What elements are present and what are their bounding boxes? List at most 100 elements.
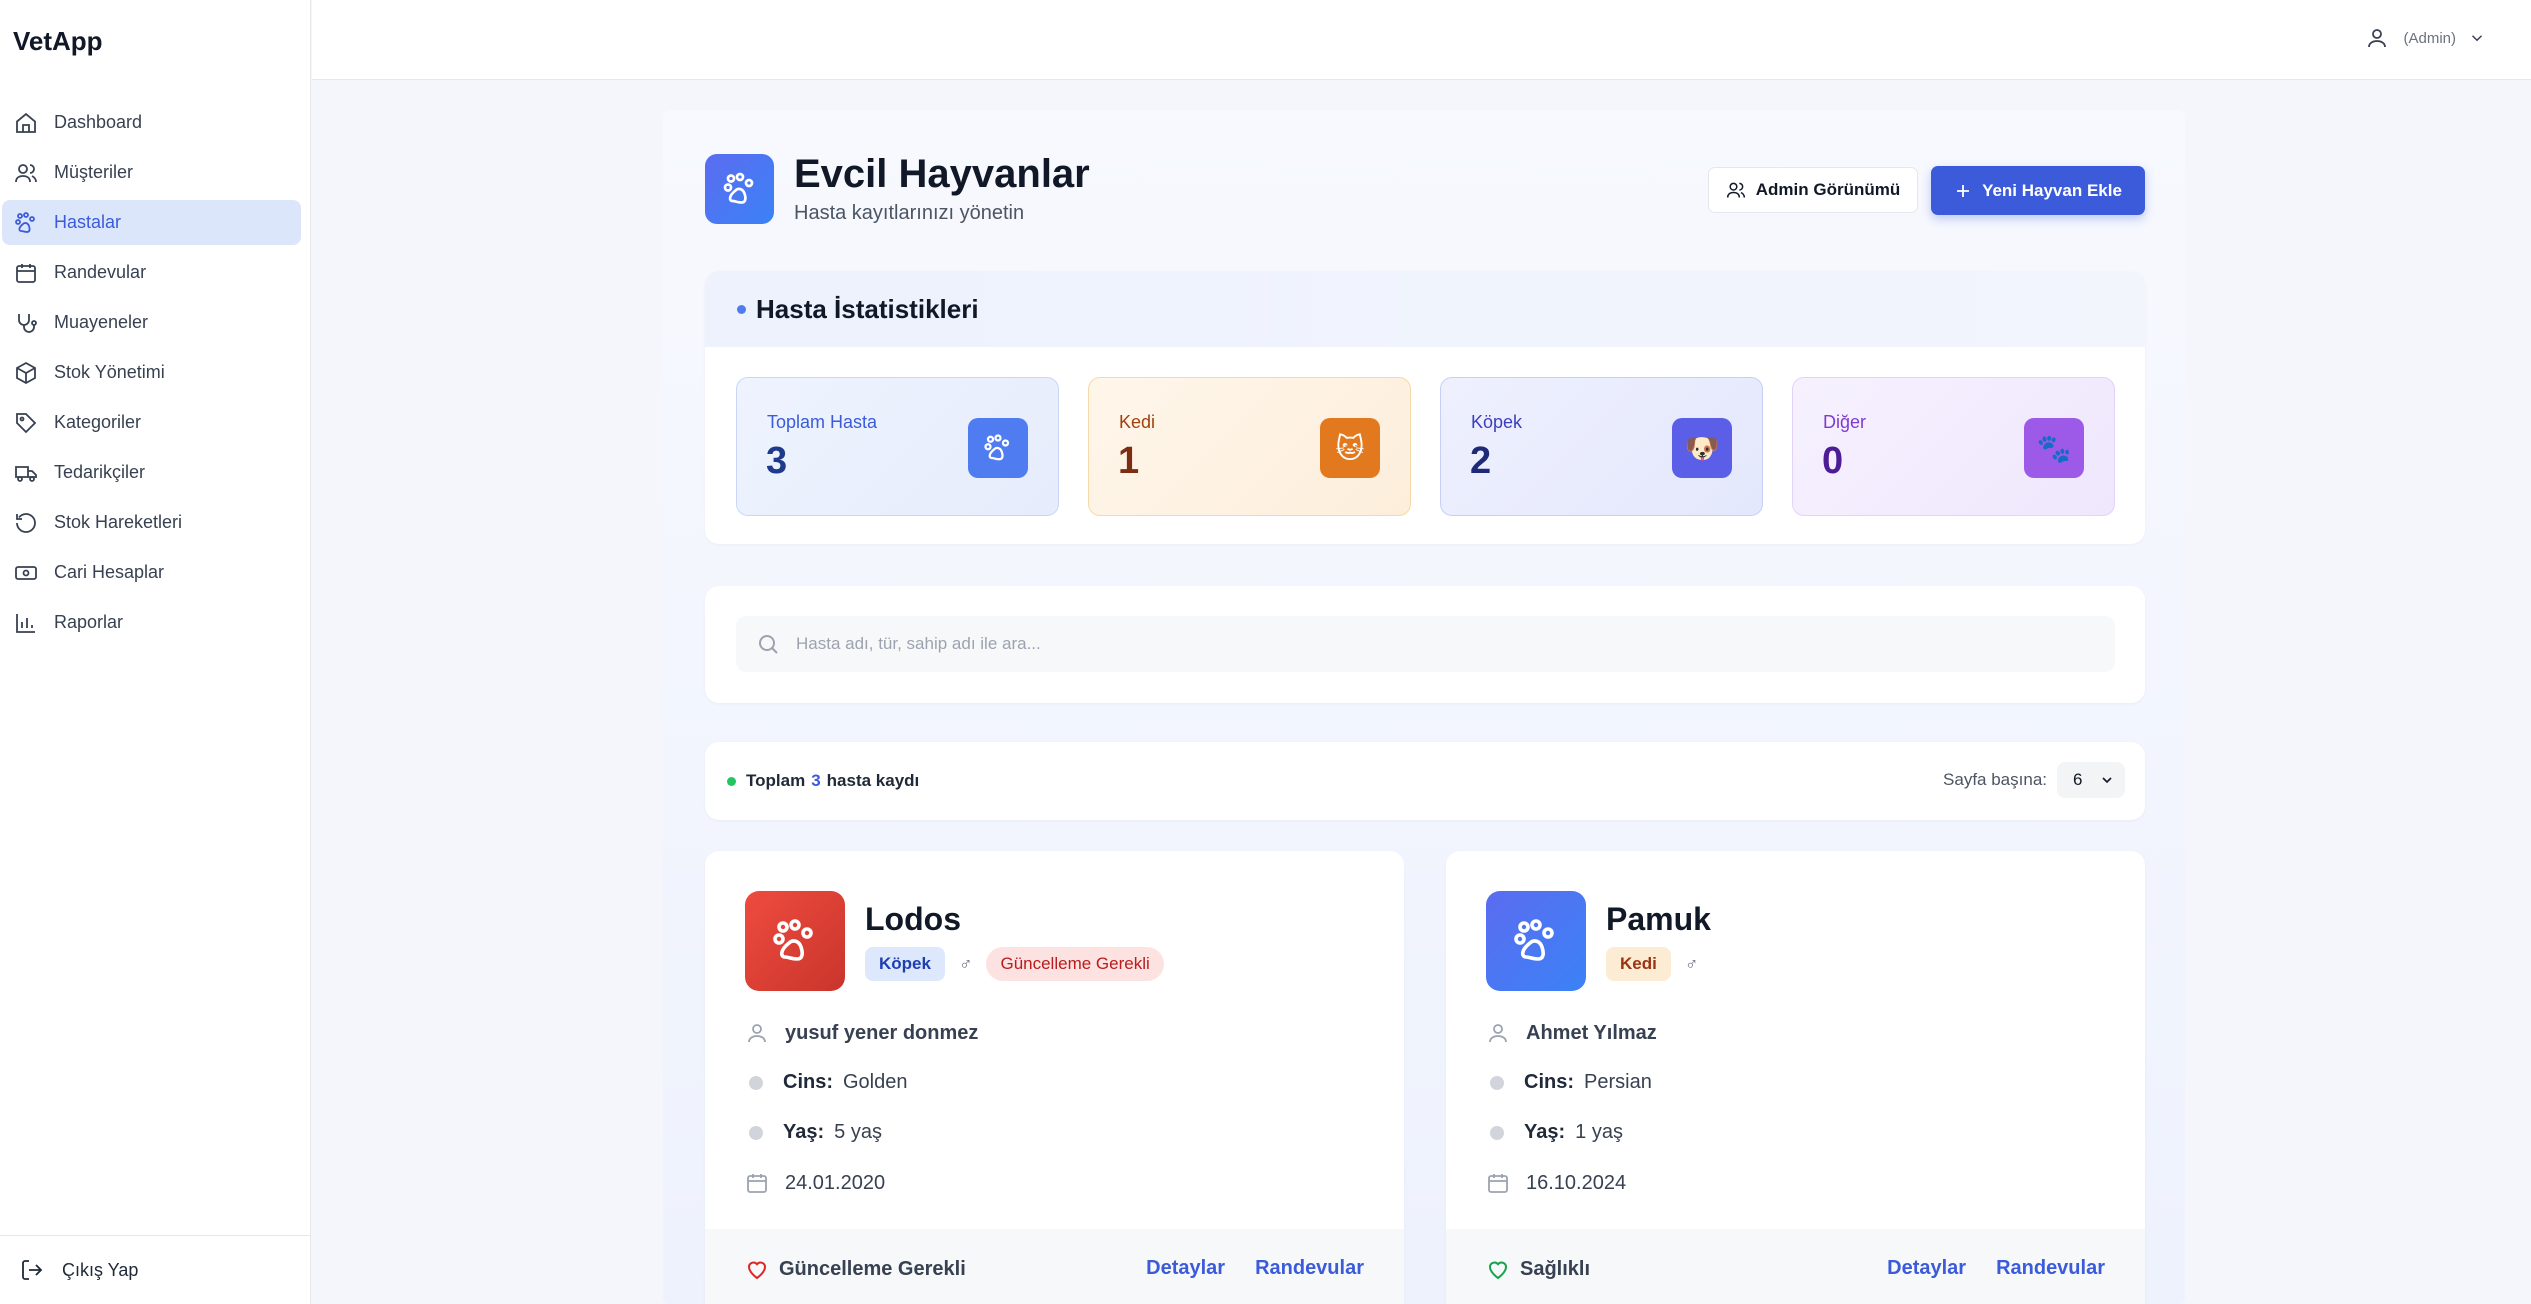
- sidebar-item-label: Raporlar: [54, 612, 124, 632]
- card-actions: Detaylar Randevular: [1857, 1257, 2105, 1280]
- add-pet-button[interactable]: Yeni Hayvan Ekle: [1931, 166, 2145, 215]
- pet-card-footer: Güncelleme Gerekli Detaylar Randevular: [705, 1229, 1404, 1304]
- warning-badge: Güncelleme Gerekli: [986, 947, 1164, 981]
- chevron-down-icon: [2471, 35, 2483, 42]
- search-box[interactable]: [736, 616, 2115, 672]
- appointments-link[interactable]: Randevular: [1255, 1257, 1364, 1280]
- stat-value: 1: [1118, 440, 1140, 482]
- dog-icon: 🐶: [1672, 418, 1732, 478]
- topbar: (Admin): [312, 0, 2531, 80]
- bullet: [1490, 1075, 1504, 1090]
- date-row: 16.10.2024: [1486, 1171, 1626, 1195]
- age-value: 5 yaş: [834, 1121, 882, 1143]
- search-input[interactable]: [796, 634, 2096, 654]
- owner-name: Ahmet Yılmaz: [1526, 1021, 1657, 1044]
- sidebar-item-suppliers[interactable]: Tedarikçiler: [2, 450, 301, 495]
- sidebar-item-examinations[interactable]: Muayeneler: [2, 300, 301, 345]
- plus-icon: [1957, 184, 1970, 197]
- breed-value: Persian: [1584, 1071, 1652, 1093]
- users-icon: [15, 163, 37, 182]
- per-page-label: Sayfa başına:: [1943, 770, 2047, 789]
- sidebar-item-stock-movements[interactable]: Stok Hareketleri: [2, 500, 301, 545]
- bullet: [1490, 1125, 1504, 1140]
- pet-tags: Kedi ♂: [1606, 947, 1712, 981]
- history-icon: [16, 512, 36, 533]
- birth-date: 24.01.2020: [785, 1171, 886, 1194]
- sidebar-item-label: Stok Yönetimi: [54, 362, 165, 382]
- pet-card: Pamuk Kedi ♂ Ahmet Yılmaz Cins: Persian …: [1446, 851, 2145, 1304]
- stat-other: Diğer 0 🐾: [1792, 377, 2115, 516]
- paw-icon: [968, 418, 1028, 478]
- pet-name: Lodos: [865, 901, 961, 937]
- breed-row: Cins: Persian: [1486, 1071, 1652, 1094]
- sidebar-item-patients[interactable]: Hastalar: [2, 200, 301, 245]
- bullet: [749, 1075, 763, 1090]
- health-status: Sağlıklı: [1486, 1257, 1590, 1281]
- male-icon: ♂: [1684, 953, 1699, 974]
- health-status-label: Sağlıklı: [1520, 1257, 1591, 1280]
- pet-name: Pamuk: [1606, 901, 1711, 937]
- stat-label: Diğer: [1823, 412, 1867, 432]
- owner-row: yusuf yener donmez: [745, 1021, 978, 1045]
- heart-icon: [747, 1261, 767, 1280]
- age-label: Yaş:: [1524, 1121, 1566, 1143]
- sidebar-item-label: Muayeneler: [54, 312, 149, 332]
- owner-name: yusuf yener donmez: [785, 1021, 979, 1044]
- user-icon: [1489, 1024, 1507, 1043]
- sidebar-item-label: Randevular: [54, 262, 147, 282]
- age-label: Yaş:: [783, 1121, 825, 1143]
- stat-label: Köpek: [1471, 412, 1523, 432]
- paw-icon: [773, 919, 813, 961]
- stats-title: Hasta İstatistikleri: [756, 293, 979, 324]
- logout-icon: [22, 1260, 43, 1280]
- details-link[interactable]: Detaylar: [1146, 1257, 1225, 1280]
- status-dot: [727, 776, 736, 786]
- stat-value: 3: [766, 440, 788, 482]
- paw-icon: [723, 172, 753, 204]
- user-menu[interactable]: (Admin): [2365, 26, 2486, 50]
- pet-tags: Köpek ♂ Güncelleme Gerekli: [865, 947, 1164, 981]
- paw-icon: [1514, 919, 1554, 961]
- sidebar-item-appointments[interactable]: Randevular: [2, 250, 301, 295]
- bullet: [749, 1125, 763, 1140]
- logout-button[interactable]: Çıkış Yap: [0, 1235, 311, 1304]
- app-logo[interactable]: VetApp: [13, 26, 103, 57]
- breed-row: Cins: Golden: [745, 1071, 908, 1094]
- sidebar-item-categories[interactable]: Kategoriler: [2, 400, 301, 445]
- sidebar-item-label: Stok Hareketleri: [54, 512, 183, 532]
- sidebar-item-dashboard[interactable]: Dashboard: [2, 100, 301, 145]
- sidebar-item-reports[interactable]: Raporlar: [2, 600, 301, 645]
- age-row: Yaş: 1 yaş: [1486, 1121, 1623, 1144]
- users-icon: [1726, 182, 1745, 198]
- admin-view-button[interactable]: Admin Görünümü: [1708, 167, 1918, 213]
- age-value: 1 yaş: [1575, 1121, 1623, 1143]
- health-status: Güncelleme Gerekli: [745, 1257, 966, 1281]
- per-page-select[interactable]: 6: [2057, 762, 2125, 798]
- per-page-value: 6: [2073, 770, 2083, 789]
- card-actions: Detaylar Randevular: [1116, 1257, 1364, 1280]
- bar-chart-icon: [16, 613, 35, 633]
- sidebar-item-label: Dashboard: [54, 112, 143, 132]
- sidebar-item-stock[interactable]: Stok Yönetimi: [2, 350, 301, 395]
- user-icon: [2368, 29, 2387, 48]
- sidebar-item-customers[interactable]: Müşteriler: [2, 150, 301, 195]
- sidebar-item-label: Cari Hesaplar: [54, 562, 165, 582]
- age-row: Yaş: 5 yaş: [745, 1121, 882, 1144]
- breed-label: Cins:: [1524, 1071, 1574, 1093]
- details-link[interactable]: Detaylar: [1887, 1257, 1966, 1280]
- calendar-icon: [16, 263, 36, 283]
- breed-label: Cins:: [783, 1071, 833, 1093]
- sidebar: VetApp Dashboard Müşteriler Hastalar Ran…: [0, 0, 311, 1304]
- tag-icon: [16, 412, 37, 433]
- sidebar-item-label: Hastalar: [54, 212, 122, 232]
- appointments-link[interactable]: Randevular: [1996, 1257, 2105, 1280]
- sidebar-nav: Dashboard Müşteriler Hastalar Randevular…: [2, 100, 301, 650]
- pet-avatar: [745, 891, 845, 991]
- sidebar-item-accounts[interactable]: Cari Hesaplar: [2, 550, 301, 595]
- count-value: 3: [811, 771, 821, 790]
- box-icon: [16, 361, 36, 384]
- page-subtitle: Hasta kayıtlarınızı yönetin: [794, 202, 1025, 224]
- calendar-icon: [747, 1174, 767, 1193]
- owner-row: Ahmet Yılmaz: [1486, 1021, 1657, 1045]
- pet-card-footer: Sağlıklı Detaylar Randevular: [1446, 1229, 2145, 1304]
